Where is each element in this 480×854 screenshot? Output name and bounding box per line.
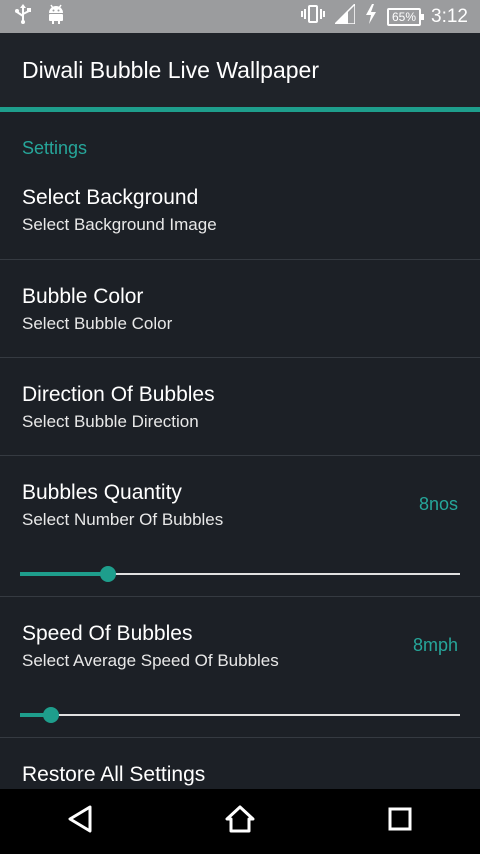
pref-title: Bubbles Quantity xyxy=(22,481,182,504)
pref-title: Direction Of Bubbles xyxy=(22,383,215,406)
pref-summary: Select Background Image xyxy=(22,215,217,234)
home-icon xyxy=(225,805,255,838)
pref-restore-all-settings[interactable]: Restore All Settings xyxy=(0,738,480,789)
pref-summary: Select Bubble Direction xyxy=(22,412,199,431)
pref-title: Restore All Settings xyxy=(22,763,206,786)
settings-section-header: Settings xyxy=(22,138,88,158)
pref-summary: Select Bubble Color xyxy=(22,314,173,333)
pref-speed-of-bubbles[interactable]: Speed Of Bubbles Select Average Speed Of… xyxy=(0,597,480,738)
pref-summary: Select Average Speed Of Bubbles xyxy=(22,651,279,670)
back-button[interactable] xyxy=(50,792,110,852)
pref-direction-of-bubbles[interactable]: Direction Of Bubbles Select Bubble Direc… xyxy=(0,358,480,456)
signal-icon xyxy=(333,2,356,29)
charging-icon xyxy=(365,4,377,29)
recents-button[interactable] xyxy=(370,792,430,852)
bubbles-quantity-slider[interactable] xyxy=(20,566,460,582)
speed-of-bubbles-value: 8mph xyxy=(412,635,458,655)
pref-title: Select Background xyxy=(22,186,199,209)
recents-icon xyxy=(387,806,413,837)
status-time: 3:12 xyxy=(431,5,468,27)
pref-bubbles-quantity[interactable]: Bubbles Quantity Select Number Of Bubble… xyxy=(0,456,480,597)
slider-thumb[interactable] xyxy=(42,707,59,723)
pref-bubble-color[interactable]: Bubble Color Select Bubble Color xyxy=(0,260,480,358)
status-bar: 65% 3:12 xyxy=(0,0,480,33)
usb-icon xyxy=(14,4,32,29)
pref-title: Bubble Color xyxy=(22,285,144,308)
bubbles-quantity-value: 8nos xyxy=(418,494,458,514)
pref-summary: Select Number Of Bubbles xyxy=(22,510,224,529)
app-bar-accent-divider xyxy=(0,107,480,112)
slider-fill xyxy=(20,572,108,576)
battery-icon: 65% xyxy=(387,7,425,26)
app-title: Diwali Bubble Live Wallpaper xyxy=(22,57,320,83)
speed-of-bubbles-slider[interactable] xyxy=(20,707,460,723)
android-icon xyxy=(46,4,66,29)
app-bar: Diwali Bubble Live Wallpaper xyxy=(0,33,480,107)
slider-track xyxy=(20,714,460,716)
navigation-bar xyxy=(0,789,480,854)
home-button[interactable] xyxy=(210,792,270,852)
pref-title: Speed Of Bubbles xyxy=(22,622,193,645)
pref-select-background[interactable]: Select Background Select Background Imag… xyxy=(0,161,480,260)
slider-thumb[interactable] xyxy=(100,566,116,582)
back-icon xyxy=(67,805,93,838)
vibrate-icon xyxy=(301,4,326,29)
